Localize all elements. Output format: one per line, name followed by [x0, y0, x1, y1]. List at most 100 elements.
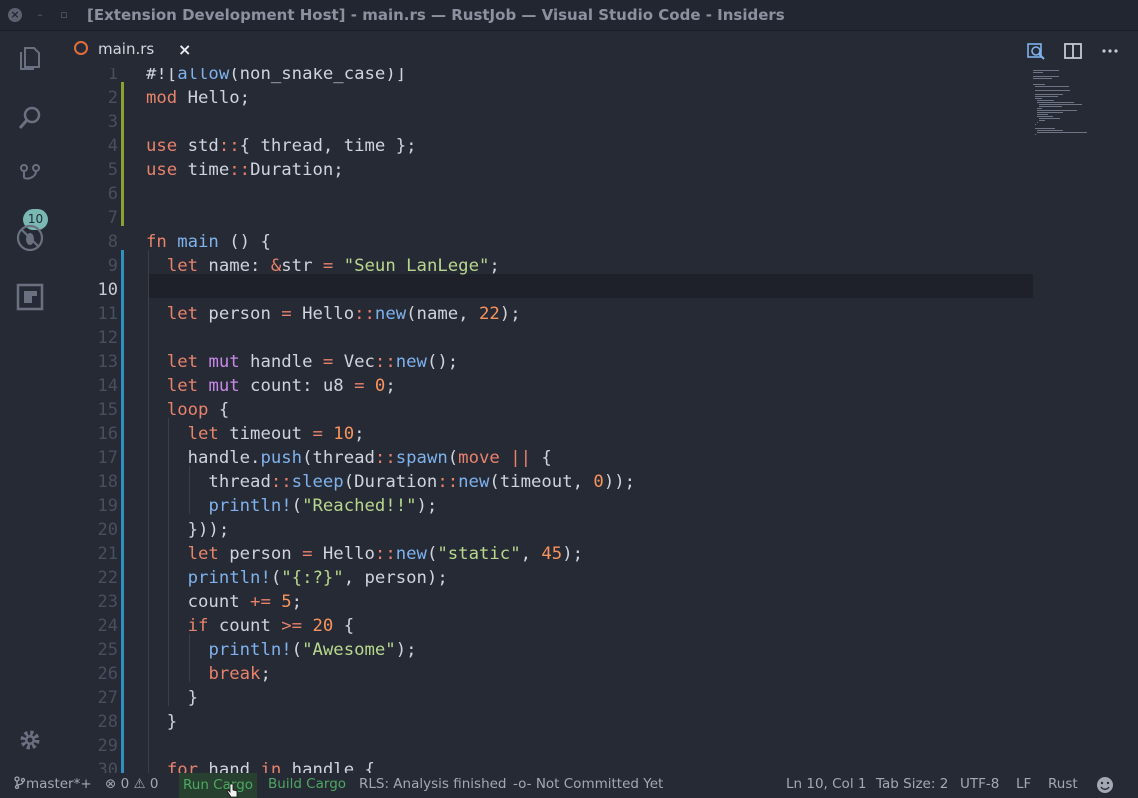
problems-status[interactable]: ⊗ 0 ⚠ 0: [105, 776, 159, 792]
source-control-icon[interactable]: [16, 162, 44, 190]
code-line: }: [146, 712, 178, 732]
warning-count: 0: [149, 776, 159, 792]
run-cargo-button[interactable]: Run Cargo: [179, 773, 258, 798]
extensions-icon[interactable]: [16, 283, 44, 311]
code-line: }: [146, 688, 199, 708]
gear-icon[interactable]: [16, 726, 44, 754]
encoding[interactable]: UTF-8: [960, 776, 999, 792]
branch-icon: [14, 776, 26, 790]
line-number: 23: [97, 592, 118, 612]
tab-size[interactable]: Tab Size: 2: [876, 776, 948, 792]
rls-status[interactable]: RLS: Analysis finished: [359, 776, 507, 792]
build-cargo-button[interactable]: Build Cargo: [268, 776, 346, 792]
code-line: let mut handle = Vec::new();: [166, 352, 459, 372]
line-number: 12: [97, 328, 118, 348]
line-number: 7: [107, 208, 118, 228]
line-number: 2: [107, 88, 118, 108]
git-added-gutter-marker: [121, 82, 124, 226]
line-number: 24: [97, 616, 118, 636]
commit-icon: -o-: [513, 776, 532, 792]
commit-label: Not Committed Yet: [535, 776, 664, 792]
error-count: 0: [120, 776, 130, 792]
window-minimize-button[interactable]: –: [33, 8, 47, 22]
code-line: thread::sleep(Duration::new(timeout, 0))…: [146, 472, 636, 492]
line-number: 17: [97, 448, 118, 468]
code-line: for hand in handle {: [166, 760, 375, 773]
explorer-icon[interactable]: [16, 45, 44, 73]
code-editor[interactable]: 1 2 3 4 5 6 7 8 9 10 11 12 13 14 15 16 17 18 19 20 21 22 23 24 2…: [58, 68, 1138, 773]
error-icon: ⊗: [105, 776, 117, 792]
code-line: mod Hello;: [146, 88, 251, 108]
code-line: use std::{ thread, time };: [146, 136, 417, 156]
tab-close-icon[interactable]: ×: [178, 40, 191, 59]
rust-file-icon: [74, 41, 88, 55]
mouse-cursor-icon: [226, 783, 238, 798]
code-line: break;: [208, 664, 271, 684]
code-line: let name: &str = "Seun LanLege";: [166, 256, 500, 276]
line-number: 16: [97, 424, 118, 444]
feedback-smiley-icon[interactable]: [1096, 776, 1114, 794]
line-number: 11: [97, 304, 118, 324]
minimap[interactable]: [1031, 68, 1121, 773]
open-changes-icon[interactable]: [1026, 41, 1046, 61]
search-icon[interactable]: [16, 104, 44, 132]
line-number: 20: [97, 520, 118, 540]
line-number: 19: [97, 496, 118, 516]
split-editor-icon[interactable]: [1063, 41, 1083, 61]
line-number: 15: [97, 400, 118, 420]
line-number: 26: [97, 664, 118, 684]
code-line: println!("Awesome");: [208, 640, 417, 660]
minimap-preview: [1033, 70, 1087, 135]
window-close-button[interactable]: ×: [8, 8, 22, 22]
window-title: [Extension Development Host] - main.rs —…: [87, 6, 785, 24]
line-number: 1: [107, 68, 118, 84]
code-line: println!("{:?}", person);: [187, 568, 448, 588]
line-number: 6: [107, 184, 118, 204]
line-number: 13: [97, 352, 118, 372]
git-blame-status[interactable]: -o- Not Committed Yet: [513, 776, 663, 792]
cursor-position[interactable]: Ln 10, Col 1: [786, 776, 866, 792]
code-line: use time::Duration;: [146, 160, 344, 180]
status-bar: master*+ ⊗ 0 ⚠ 0 Run Cargo Build Cargo R…: [0, 773, 1138, 798]
code-line: count += 5;: [146, 592, 303, 612]
code-line: }));: [146, 520, 230, 540]
line-number: 30: [97, 760, 118, 773]
line-number-gutter: 1 2 3 4 5 6 7 8 9 10 11 12 13 14 15 16 17 18 19 20 21 22 23 24 2…: [58, 68, 118, 773]
activity-bar: 10: [0, 31, 58, 773]
code-line: let mut count: u8 = 0;: [166, 376, 396, 396]
tab-label: main.rs: [98, 40, 155, 58]
tab-main-rs[interactable]: main.rs ×: [58, 31, 206, 68]
line-number: 18: [97, 472, 118, 492]
line-number: 14: [97, 376, 118, 396]
tab-bar: main.rs ×: [58, 31, 1138, 68]
line-number: 25: [97, 640, 118, 660]
git-modified-gutter-marker: [121, 250, 124, 773]
debug-icon[interactable]: [16, 224, 44, 252]
code-line: let timeout = 10;: [187, 424, 365, 444]
window-maximize-button[interactable]: ▫: [57, 8, 71, 22]
branch-status[interactable]: master*+: [14, 776, 92, 792]
code-line: fn main () {: [146, 232, 271, 252]
line-number: 21: [97, 544, 118, 564]
line-number: 27: [97, 688, 118, 708]
language-mode[interactable]: Rust: [1048, 776, 1078, 792]
end-of-line[interactable]: LF: [1016, 776, 1031, 792]
line-number: 10: [97, 280, 118, 300]
title-bar: × – ▫ [Extension Development Host] - mai…: [0, 0, 1138, 31]
more-actions-icon[interactable]: [1100, 41, 1120, 61]
code-line: loop {: [166, 400, 230, 420]
code-line: if count >= 20 {: [187, 616, 355, 636]
line-number: 28: [97, 712, 118, 732]
line-number: 5: [107, 160, 118, 180]
warning-icon: ⚠: [133, 776, 146, 792]
code-line: println!("Reached!!");: [208, 496, 438, 516]
code-line: let person = Hello::new(name, 22);: [166, 304, 521, 324]
run-cargo-label: Run Cargo: [183, 777, 254, 793]
code-line: #![allow(non_snake_case)]: [146, 68, 407, 84]
code-line: handle.push(thread::spawn(move || {: [146, 448, 552, 468]
line-number: 4: [107, 136, 118, 156]
code-line: let person = Hello::new("static", 45);: [187, 544, 584, 564]
branch-name: master*+: [26, 776, 92, 792]
line-number: 22: [97, 568, 118, 588]
line-number: 8: [107, 232, 118, 252]
